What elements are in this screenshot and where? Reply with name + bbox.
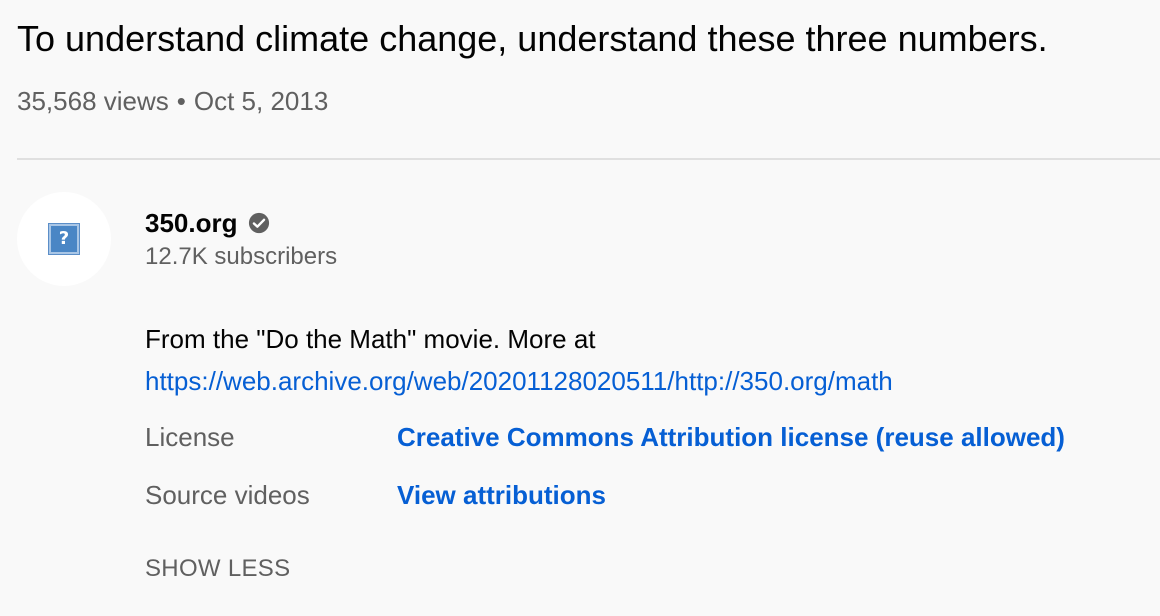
- channel-name-row: 350.org: [145, 206, 270, 240]
- show-less-button[interactable]: SHOW LESS: [145, 553, 290, 585]
- video-title: To understand climate change, understand…: [17, 18, 1048, 59]
- subscriber-count: 12.7K subscribers: [145, 243, 338, 270]
- verified-check-icon: [248, 212, 269, 234]
- broken-image-icon: ?: [49, 224, 79, 254]
- channel-name-link[interactable]: 350.org: [145, 206, 238, 240]
- license-label: License: [145, 422, 235, 452]
- license-link[interactable]: Creative Commons Attribution license (re…: [397, 420, 1065, 454]
- video-meta: 35,568 views • Oct 5, 2013: [17, 84, 328, 118]
- view-count: 35,568 views: [17, 86, 169, 116]
- view-attributions-link[interactable]: View attributions: [397, 478, 606, 512]
- channel-avatar[interactable]: ?: [17, 192, 111, 286]
- description-text: From the "Do the Math" movie. More at: [145, 324, 596, 354]
- upload-date: Oct 5, 2013: [193, 86, 329, 116]
- section-divider: [17, 158, 1160, 160]
- video-details-page: To understand climate change, understand…: [0, 0, 1160, 616]
- meta-separator: •: [176, 86, 186, 116]
- description-link[interactable]: https://web.archive.org/web/202011280205…: [145, 366, 893, 396]
- video-description: From the "Do the Math" movie. More at ht…: [145, 318, 893, 402]
- source-videos-label: Source videos: [145, 480, 310, 510]
